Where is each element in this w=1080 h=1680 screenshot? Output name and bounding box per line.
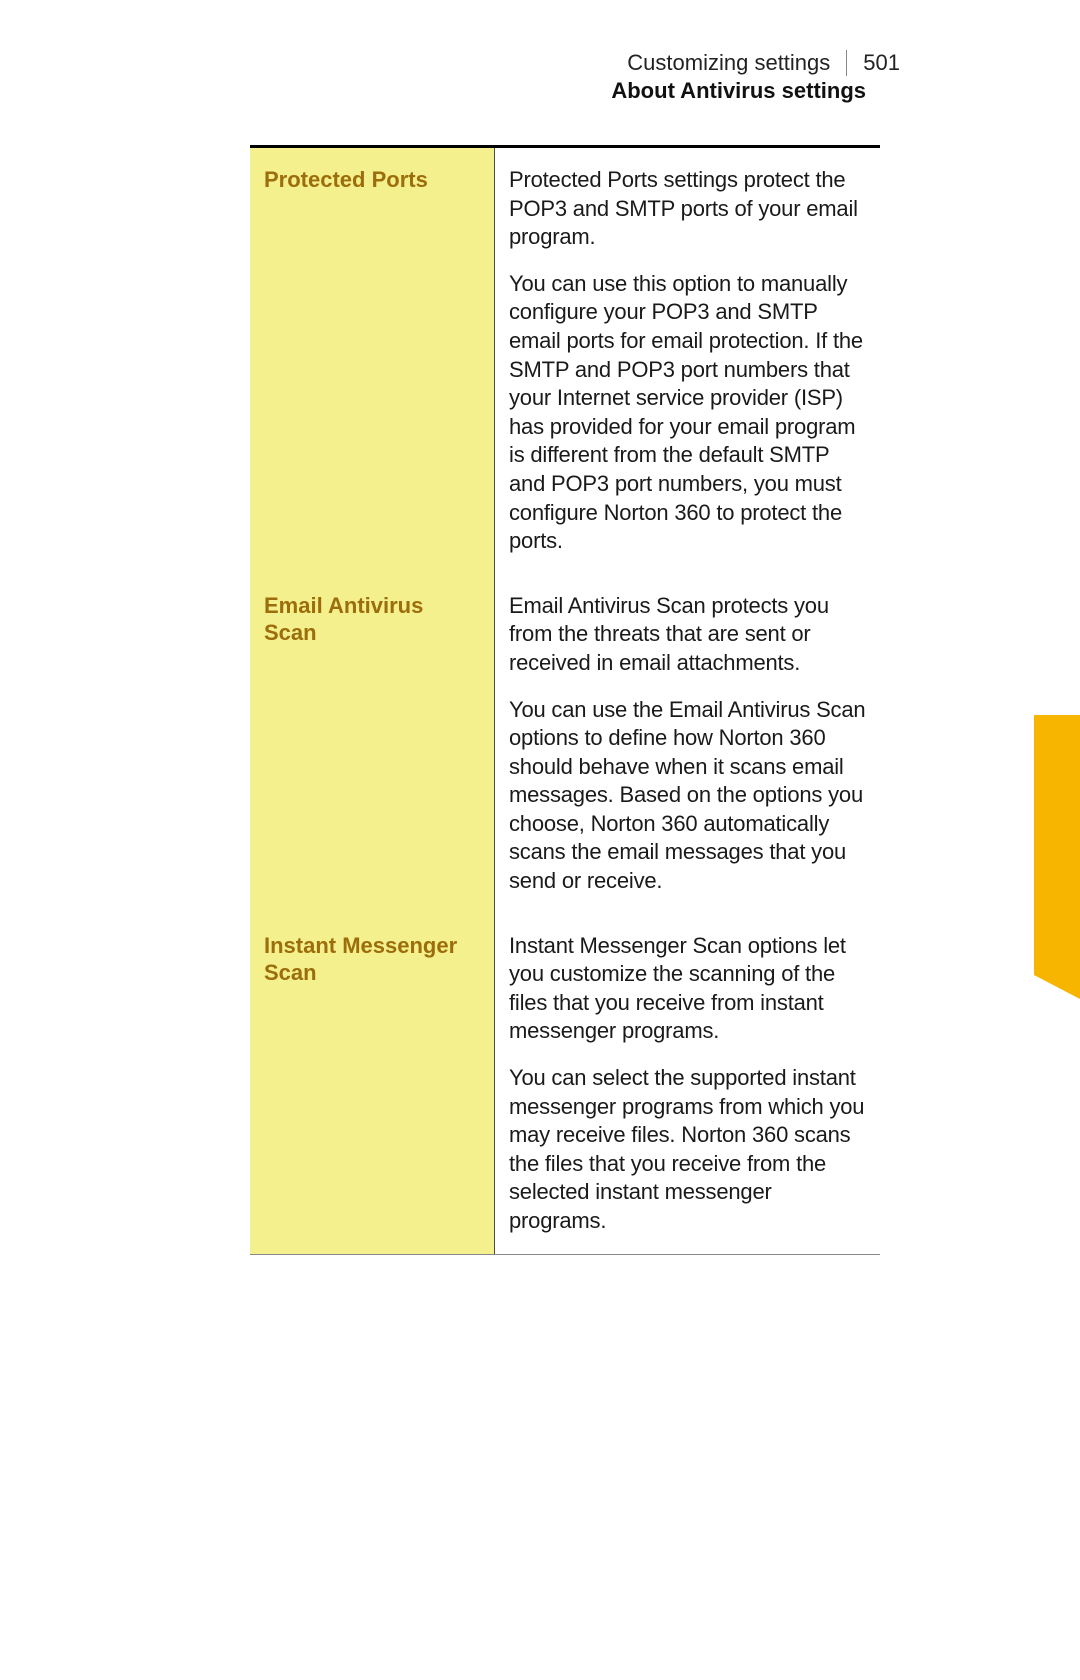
row-paragraph: You can use the Email Antivirus Scan opt… bbox=[509, 696, 870, 896]
page-header: Customizing settings 501 About Antivirus… bbox=[611, 50, 900, 104]
row-label-cell: Email Antivirus Scan bbox=[250, 574, 495, 914]
row-label-cell: Instant Messenger Scan bbox=[250, 914, 495, 1254]
row-label: Protected Ports bbox=[264, 166, 482, 194]
page: Customizing settings 501 About Antivirus… bbox=[0, 0, 1080, 1680]
row-label: Email Antivirus Scan bbox=[264, 592, 482, 647]
row-paragraph: You can use this option to manually conf… bbox=[509, 270, 870, 556]
table-row: Instant Messenger Scan Instant Messenger… bbox=[250, 914, 880, 1254]
row-description-cell: Instant Messenger Scan options let you c… bbox=[495, 914, 880, 1254]
table-row: Protected Ports Protected Ports settings… bbox=[250, 148, 880, 574]
row-label-cell: Protected Ports bbox=[250, 148, 495, 574]
side-tab-marker bbox=[1034, 715, 1080, 975]
row-paragraph: Instant Messenger Scan options let you c… bbox=[509, 932, 870, 1046]
row-paragraph: You can select the supported instant mes… bbox=[509, 1064, 870, 1236]
table-row: Email Antivirus Scan Email Antivirus Sca… bbox=[250, 574, 880, 914]
settings-table: Protected Ports Protected Ports settings… bbox=[250, 145, 880, 1255]
row-paragraph: Email Antivirus Scan protects you from t… bbox=[509, 592, 870, 678]
row-label: Instant Messenger Scan bbox=[264, 932, 482, 987]
header-title: About Antivirus settings bbox=[611, 78, 900, 104]
header-section: Customizing settings bbox=[627, 50, 846, 76]
header-page-number: 501 bbox=[846, 50, 900, 76]
row-paragraph: Protected Ports settings protect the POP… bbox=[509, 166, 870, 252]
row-description-cell: Protected Ports settings protect the POP… bbox=[495, 148, 880, 574]
row-description-cell: Email Antivirus Scan protects you from t… bbox=[495, 574, 880, 914]
header-row: Customizing settings 501 bbox=[611, 50, 900, 76]
